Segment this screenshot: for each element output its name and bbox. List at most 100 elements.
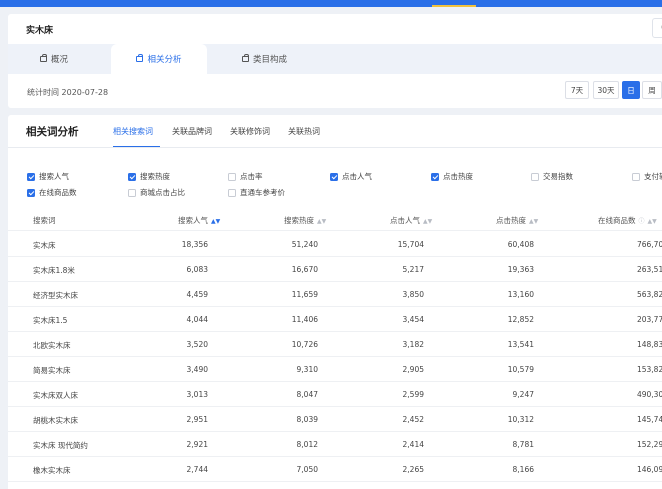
tab-overview[interactable]: 概况 bbox=[40, 44, 68, 74]
column-label: 搜索热度 bbox=[284, 216, 314, 225]
range-7-days[interactable]: 7天 bbox=[565, 81, 589, 99]
column-header-click-popularity[interactable]: 点击人气 ▲▼ bbox=[390, 215, 432, 226]
divider bbox=[8, 147, 662, 148]
subtab-brand-words[interactable]: 关联品牌词 bbox=[172, 126, 212, 137]
value-cell: 7,050 bbox=[296, 465, 318, 474]
table-row[interactable]: 实木床1.5 4,044 11,406 3,454 12,852 203,778 bbox=[8, 307, 662, 332]
search-box[interactable]: Q bbox=[652, 18, 662, 38]
sort-icon[interactable]: ▲▼ bbox=[317, 218, 326, 225]
value-cell: 8,047 bbox=[296, 390, 318, 399]
sort-icon[interactable]: ▲▼ bbox=[423, 218, 432, 225]
value-cell: 19,363 bbox=[507, 265, 534, 274]
table-row[interactable]: 实木床 18,356 51,240 15,704 60,408 766,703 bbox=[8, 232, 662, 257]
metric-click-heat[interactable]: 点击热度 bbox=[431, 171, 473, 182]
metric-online-items[interactable]: 在线商品数 bbox=[27, 187, 77, 198]
keyword-cell[interactable]: 胡桃木实木床 bbox=[33, 415, 78, 426]
metric-label: 点击人气 bbox=[342, 172, 372, 181]
column-label: 搜索词 bbox=[33, 216, 56, 225]
value-cell: 2,905 bbox=[402, 365, 424, 374]
range-week[interactable]: 周 bbox=[642, 81, 662, 99]
value-cell: 2,921 bbox=[186, 440, 208, 449]
checkbox-checked[interactable] bbox=[431, 172, 439, 181]
table-row[interactable]: 橡木实木床 2,744 7,050 2,265 8,166 146,096 bbox=[8, 457, 662, 482]
metric-search-popularity[interactable]: 搜索人气 bbox=[27, 171, 69, 182]
keyword-cell[interactable]: 实木床 现代简约 bbox=[33, 440, 88, 451]
keyword-cell[interactable]: 简易实木床 bbox=[33, 365, 71, 376]
metric-label: 直通车参考价 bbox=[240, 188, 285, 197]
subtab-hot-words[interactable]: 关联热词 bbox=[288, 126, 320, 137]
bag-icon bbox=[242, 54, 249, 62]
keyword-cell[interactable]: 实木床1.5 bbox=[33, 315, 67, 326]
column-header-click-heat[interactable]: 点击热度 ▲▼ bbox=[496, 215, 538, 226]
range-day[interactable]: 日 bbox=[622, 81, 640, 99]
metric-ztc-ref-price[interactable]: 直通车参考价 bbox=[228, 187, 285, 198]
sort-icon[interactable]: ▲▼ bbox=[648, 218, 657, 225]
metric-label: 交易指数 bbox=[543, 172, 573, 181]
column-label: 点击热度 bbox=[496, 216, 526, 225]
tab-related-analysis[interactable]: 相关分析 bbox=[111, 44, 207, 74]
value-cell: 263,517 bbox=[636, 265, 662, 274]
metric-mall-click-share[interactable]: 商城点击占比 bbox=[128, 187, 185, 198]
column-label: 在线商品数 bbox=[598, 216, 636, 225]
checkbox-checked[interactable] bbox=[128, 172, 136, 181]
value-cell: 4,044 bbox=[186, 315, 208, 324]
value-cell: 2,265 bbox=[402, 465, 424, 474]
checkbox[interactable] bbox=[228, 188, 236, 197]
metric-label: 搜索热度 bbox=[140, 172, 170, 181]
table-row[interactable]: 胡桃木实木床 2,951 8,039 2,452 10,312 145,748 bbox=[8, 407, 662, 432]
keyword-cell[interactable]: 实木床1.8米 bbox=[33, 265, 75, 276]
info-icon: ⓘ bbox=[638, 218, 645, 225]
keyword-cell[interactable]: 经济型实木床 bbox=[33, 290, 78, 301]
value-cell: 8,781 bbox=[512, 440, 534, 449]
value-cell: 766,703 bbox=[636, 240, 662, 249]
checkbox-checked[interactable] bbox=[27, 172, 35, 181]
subtab-related-search-words[interactable]: 相关搜索词 bbox=[113, 126, 153, 137]
checkbox-checked[interactable] bbox=[330, 172, 338, 181]
checkbox[interactable] bbox=[632, 172, 640, 181]
checkbox[interactable] bbox=[228, 172, 236, 181]
keyword-cell[interactable]: 北欧实木床 bbox=[33, 340, 71, 351]
value-cell: 148,839 bbox=[636, 340, 662, 349]
value-cell: 12,852 bbox=[507, 315, 534, 324]
value-cell: 11,406 bbox=[291, 315, 318, 324]
metric-label: 商城点击占比 bbox=[140, 188, 185, 197]
keyword-cell[interactable]: 实木床双人床 bbox=[33, 390, 78, 401]
value-cell: 6,083 bbox=[186, 265, 208, 274]
value-cell: 8,166 bbox=[512, 465, 534, 474]
metric-pay-conversion[interactable]: 支付转化率 bbox=[632, 171, 662, 182]
top-bar-marker bbox=[432, 5, 476, 7]
sort-icon[interactable]: ▲▼ bbox=[211, 218, 220, 225]
table-row[interactable]: 实木床 现代简约 2,921 8,012 2,414 8,781 152,295 bbox=[8, 432, 662, 457]
checkbox-checked[interactable] bbox=[27, 188, 35, 197]
table-row[interactable]: 实木床双人床 3,013 8,047 2,599 9,247 490,303 bbox=[8, 382, 662, 407]
metric-click-popularity[interactable]: 点击人气 bbox=[330, 171, 372, 182]
range-30-days[interactable]: 30天 bbox=[593, 81, 619, 99]
value-cell: 3,454 bbox=[402, 315, 424, 324]
table-row[interactable]: 北欧实木床 3,520 10,726 3,182 13,541 148,839 bbox=[8, 332, 662, 357]
table-row[interactable]: 简易实木床 3,490 9,310 2,905 10,579 153,827 bbox=[8, 357, 662, 382]
section-title: 相关词分析 bbox=[26, 126, 79, 138]
value-cell: 8,012 bbox=[296, 440, 318, 449]
value-cell: 5,217 bbox=[402, 265, 424, 274]
value-cell: 3,520 bbox=[186, 340, 208, 349]
subtab-modifier-words[interactable]: 关联修饰词 bbox=[230, 126, 270, 137]
column-header-search-popularity[interactable]: 搜索人气 ▲▼ bbox=[178, 215, 220, 226]
metric-search-heat[interactable]: 搜索热度 bbox=[128, 171, 170, 182]
value-cell: 490,303 bbox=[636, 390, 662, 399]
table-row[interactable]: 实木床1.8米 6,083 16,670 5,217 19,363 263,517 bbox=[8, 257, 662, 282]
keyword-cell[interactable]: 橡木实木床 bbox=[33, 465, 71, 476]
metric-click-rate[interactable]: 点击率 bbox=[228, 171, 263, 182]
column-header-search-heat[interactable]: 搜索热度 ▲▼ bbox=[284, 215, 326, 226]
table-row[interactable]: 经济型实木床 4,459 11,659 3,850 13,160 563,822 bbox=[8, 282, 662, 307]
checkbox[interactable] bbox=[531, 172, 539, 181]
tab-label: 概况 bbox=[51, 55, 69, 65]
keyword-cell[interactable]: 实木床 bbox=[33, 240, 56, 251]
checkbox[interactable] bbox=[128, 188, 136, 197]
value-cell: 3,013 bbox=[186, 390, 208, 399]
column-header-online-items[interactable]: 在线商品数 ⓘ ▲▼ bbox=[598, 215, 657, 226]
sort-icon[interactable]: ▲▼ bbox=[529, 218, 538, 225]
value-cell: 2,744 bbox=[186, 465, 208, 474]
value-cell: 153,827 bbox=[636, 365, 662, 374]
metric-trade-index[interactable]: 交易指数 bbox=[531, 171, 573, 182]
tab-category-composition[interactable]: 类目构成 bbox=[242, 44, 287, 74]
